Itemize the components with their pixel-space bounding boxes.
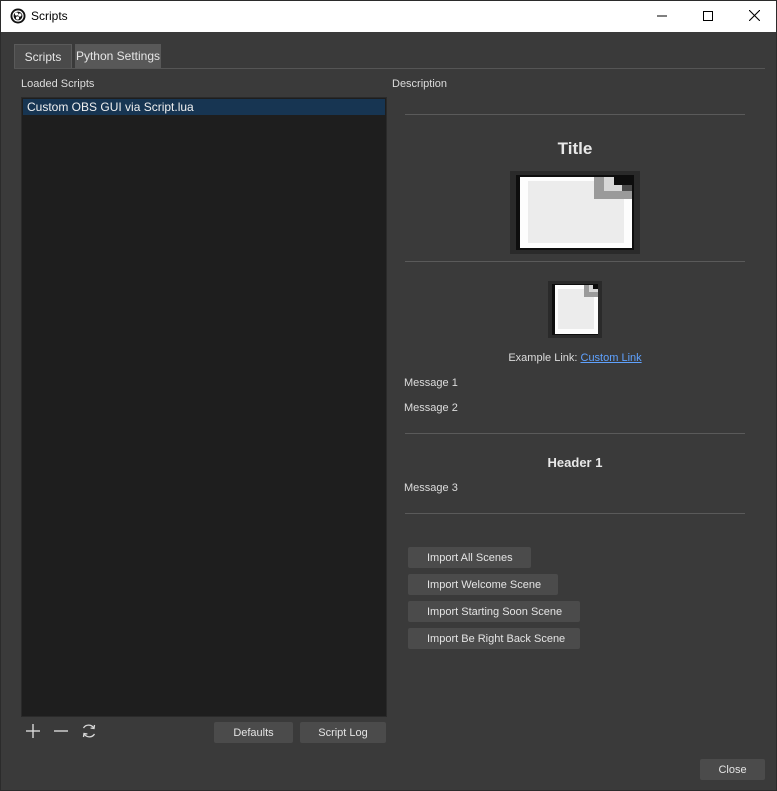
- tab-scripts[interactable]: Scripts: [14, 44, 72, 68]
- header-1: Header 1: [547, 455, 603, 470]
- tab-divider: [14, 68, 765, 69]
- tab-python-settings[interactable]: Python Settings: [75, 44, 161, 68]
- description-title: Title: [557, 139, 593, 158]
- message-3: Message 3: [404, 482, 458, 494]
- maximize-icon: [703, 8, 713, 26]
- minimize-button[interactable]: [639, 1, 685, 32]
- message-2: Message 2: [404, 402, 458, 414]
- maximize-button[interactable]: [685, 1, 731, 32]
- import-welcome-scene-button[interactable]: Import Welcome Scene: [408, 574, 558, 595]
- divider: [405, 114, 745, 115]
- close-icon: [748, 8, 760, 26]
- window-title: Scripts: [31, 9, 68, 23]
- add-icon: [25, 723, 41, 744]
- image-icon: [548, 281, 602, 338]
- reload-script-button[interactable]: [78, 722, 100, 744]
- loaded-scripts-list[interactable]: Custom OBS GUI via Script.lua: [21, 97, 387, 717]
- example-link-row: Example Link: Custom Link: [405, 352, 745, 364]
- example-link-label: Example Link:: [508, 352, 578, 364]
- title-bar: Scripts: [1, 1, 776, 32]
- script-log-button[interactable]: Script Log: [300, 722, 386, 743]
- message-1: Message 1: [404, 377, 458, 389]
- remove-icon: [53, 723, 69, 744]
- refresh-icon: [80, 722, 98, 745]
- close-button[interactable]: Close: [700, 759, 765, 780]
- import-be-right-back-scene-button[interactable]: Import Be Right Back Scene: [408, 628, 580, 649]
- divider: [405, 513, 745, 514]
- import-all-scenes-button[interactable]: Import All Scenes: [408, 547, 531, 568]
- custom-link[interactable]: Custom Link: [581, 352, 642, 364]
- defaults-button[interactable]: Defaults: [214, 722, 293, 743]
- add-script-button[interactable]: [22, 722, 44, 744]
- loaded-scripts-label: Loaded Scripts: [21, 78, 95, 90]
- image-icon: [510, 171, 640, 254]
- minimize-icon: [657, 8, 667, 26]
- divider: [405, 261, 745, 262]
- description-label: Description: [392, 78, 448, 90]
- close-window-button[interactable]: [731, 1, 777, 32]
- import-starting-soon-scene-button[interactable]: Import Starting Soon Scene: [408, 601, 580, 622]
- list-item[interactable]: Custom OBS GUI via Script.lua: [23, 99, 385, 115]
- scripts-window: Scripts Scripts Python Settings Loaded S…: [0, 0, 777, 791]
- divider: [405, 433, 745, 434]
- remove-script-button[interactable]: [50, 722, 72, 744]
- obs-icon: [10, 8, 26, 24]
